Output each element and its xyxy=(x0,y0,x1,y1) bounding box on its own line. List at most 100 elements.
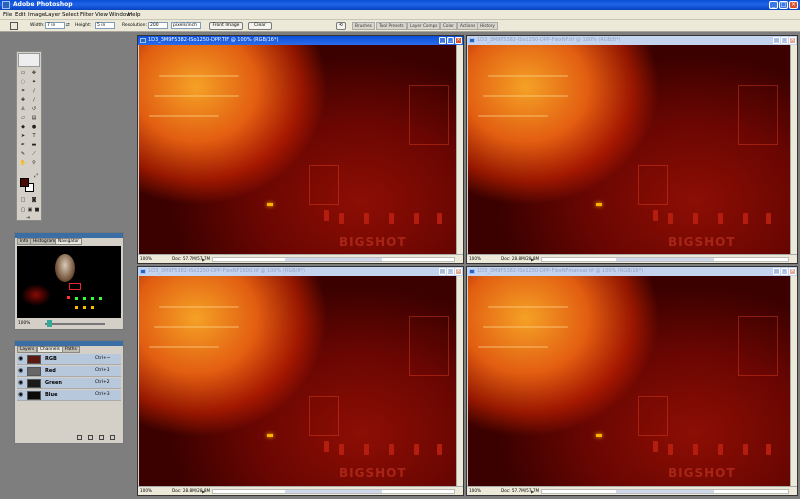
maximize-button[interactable]: □ xyxy=(779,1,788,9)
status-menu-arrow-icon[interactable]: ▶ xyxy=(202,257,205,262)
blur-tool-icon[interactable]: ◆ xyxy=(19,124,27,131)
menu-file[interactable]: File xyxy=(3,12,12,18)
menu-edit[interactable]: Edit xyxy=(15,12,26,18)
zoom-field[interactable]: 100% xyxy=(140,256,158,262)
load-selection-icon[interactable] xyxy=(77,435,82,440)
minimize-button[interactable]: _ xyxy=(769,1,778,9)
document-title-bar[interactable]: 1D3_3M9F5382-ISo1250-DPP.TIF @ 100% (RGB… xyxy=(138,36,463,45)
status-menu-arrow-icon[interactable]: ▶ xyxy=(202,489,205,494)
width-field[interactable]: 7 in xyxy=(45,22,65,29)
well-tab-tool-presets[interactable]: Tool Presets xyxy=(376,22,407,30)
path-selection-tool-icon[interactable]: ➤ xyxy=(19,133,27,140)
well-tab-brushes[interactable]: Brushes xyxy=(352,22,375,30)
crop-tool-preset-icon[interactable] xyxy=(10,22,18,30)
menu-image[interactable]: Image xyxy=(28,12,45,18)
tab-layers[interactable]: Layers xyxy=(17,346,38,353)
channel-row-blue[interactable]: ◉ Blue Ctrl+3 xyxy=(17,390,121,401)
resolution-unit-select[interactable]: pixels/inch xyxy=(171,22,201,29)
well-tab-history[interactable]: History xyxy=(477,22,498,30)
document-maximize-button[interactable]: □ xyxy=(781,268,788,275)
document-canvas[interactable]: BIGSHOT xyxy=(139,45,456,254)
navigator-zoom-thumb[interactable] xyxy=(47,320,52,327)
notes-tool-icon[interactable]: ✎ xyxy=(19,151,27,158)
menu-select[interactable]: Select xyxy=(62,12,79,18)
horizontal-scrollbar[interactable] xyxy=(541,489,789,494)
zoom-field[interactable]: 100% xyxy=(140,488,158,494)
zoom-field[interactable]: 100% xyxy=(469,488,487,494)
healing-brush-tool-icon[interactable]: ✚ xyxy=(19,97,27,104)
vertical-scrollbar[interactable] xyxy=(456,45,463,254)
menu-help[interactable]: Help xyxy=(128,12,141,18)
document-minimize-button[interactable]: _ xyxy=(773,37,780,44)
clear-button[interactable]: Clear xyxy=(248,22,272,30)
document-title-bar[interactable]: 1D3_3M9F5382-ISo1250-DPP-FlexNF1600.tif … xyxy=(138,267,463,276)
document-window[interactable]: 1D3_3M9F5382-ISo1250-DPP-FlexNFmanual.ti… xyxy=(466,266,798,496)
status-menu-arrow-icon[interactable]: ▶ xyxy=(531,489,534,494)
workspace-toggle-icon[interactable]: ⟲ xyxy=(336,22,346,30)
document-canvas[interactable]: BIGSHOT xyxy=(468,276,790,486)
well-tab-actions[interactable]: Actions xyxy=(457,22,479,30)
document-window[interactable]: 1D3_3M9F5382-ISo1250-DPP-FlexNF1600.tif … xyxy=(137,266,464,496)
horizontal-scrollbar[interactable] xyxy=(212,489,455,494)
document-canvas[interactable]: BIGSHOT xyxy=(468,45,790,254)
document-canvas[interactable]: BIGSHOT xyxy=(139,276,456,486)
navigator-view-box[interactable] xyxy=(69,283,81,290)
dodge-tool-icon[interactable]: ● xyxy=(30,124,38,131)
slice-tool-icon[interactable]: ∕ xyxy=(30,88,38,95)
brush-tool-icon[interactable]: ∕ xyxy=(30,97,38,104)
channel-row-red[interactable]: ◉ Red Ctrl+1 xyxy=(17,366,121,377)
eraser-tool-icon[interactable]: ▱ xyxy=(19,115,27,122)
document-maximize-button[interactable]: □ xyxy=(447,268,454,275)
marquee-tool-icon[interactable]: ▭ xyxy=(19,70,27,77)
tab-channels[interactable]: Channels xyxy=(37,346,63,353)
close-button[interactable]: × xyxy=(789,1,798,9)
vertical-scrollbar[interactable] xyxy=(790,276,797,486)
document-window[interactable]: 1D3_3M9F5382-ISo1250-DPP.TIF @ 100% (RGB… xyxy=(137,35,464,264)
type-tool-icon[interactable]: T xyxy=(30,133,38,140)
full-screen-mode-icon[interactable]: ■ xyxy=(33,207,41,214)
lasso-tool-icon[interactable]: ◌ xyxy=(19,79,27,86)
new-channel-icon[interactable] xyxy=(99,435,104,440)
front-image-button[interactable]: Front Image xyxy=(209,22,243,30)
document-minimize-button[interactable]: _ xyxy=(439,268,446,275)
document-close-button[interactable]: × xyxy=(789,268,796,275)
hand-tool-icon[interactable]: ✋ xyxy=(19,160,27,167)
vertical-scrollbar[interactable] xyxy=(790,45,797,254)
adobe-online-icon[interactable] xyxy=(18,53,40,67)
eye-icon[interactable]: ◉ xyxy=(18,392,25,399)
horizontal-scrollbar[interactable] xyxy=(212,257,455,262)
eye-icon[interactable]: ◉ xyxy=(18,380,25,387)
swap-dimensions-icon[interactable]: ⇄ xyxy=(66,23,70,28)
move-tool-icon[interactable]: ✥ xyxy=(30,70,38,77)
crop-tool-icon[interactable]: ⌗ xyxy=(19,88,27,95)
pen-tool-icon[interactable]: ✒ xyxy=(19,142,27,149)
height-field[interactable]: 5 in xyxy=(95,22,115,29)
status-menu-arrow-icon[interactable]: ▶ xyxy=(531,257,534,262)
standard-mode-icon[interactable]: □ xyxy=(19,197,27,204)
clone-stamp-tool-icon[interactable]: ♙ xyxy=(19,106,27,113)
gradient-tool-icon[interactable]: ▤ xyxy=(30,115,38,122)
zoom-field[interactable]: 100% xyxy=(469,256,487,262)
navigator-zoom-slider[interactable] xyxy=(45,323,105,325)
document-title-bar[interactable]: 1D3_3M9F5382-ISo1250-DPP-FlexNF.tif @ 10… xyxy=(467,36,797,45)
channel-row-rgb[interactable]: ◉ RGB Ctrl+~ xyxy=(17,354,121,365)
menu-layer[interactable]: Layer xyxy=(45,12,60,18)
tab-navigator[interactable]: Navigator xyxy=(55,238,83,245)
well-tab-layer-comps[interactable]: Layer Comps xyxy=(407,22,441,30)
eye-icon[interactable]: ◉ xyxy=(18,368,25,375)
document-minimize-button[interactable]: _ xyxy=(773,268,780,275)
resolution-field[interactable]: 200 xyxy=(148,22,168,29)
document-window[interactable]: 1D3_3M9F5382-ISo1250-DPP-FlexNF.tif @ 10… xyxy=(466,35,798,264)
horizontal-scrollbar[interactable] xyxy=(541,257,789,262)
zoom-tool-icon[interactable]: ⚲ xyxy=(30,160,38,167)
document-maximize-button[interactable]: □ xyxy=(781,37,788,44)
history-brush-tool-icon[interactable]: ↺ xyxy=(30,106,38,113)
save-selection-icon[interactable] xyxy=(88,435,93,440)
vertical-scrollbar[interactable] xyxy=(456,276,463,486)
swap-colors-icon[interactable]: ⤢ xyxy=(32,173,40,180)
menu-view[interactable]: View xyxy=(95,12,108,18)
tab-paths[interactable]: Paths xyxy=(62,346,80,353)
magic-wand-tool-icon[interactable]: ✦ xyxy=(30,79,38,86)
shape-tool-icon[interactable]: ▬ xyxy=(30,142,38,149)
navigator-zoom-field[interactable]: 100% xyxy=(18,321,30,326)
